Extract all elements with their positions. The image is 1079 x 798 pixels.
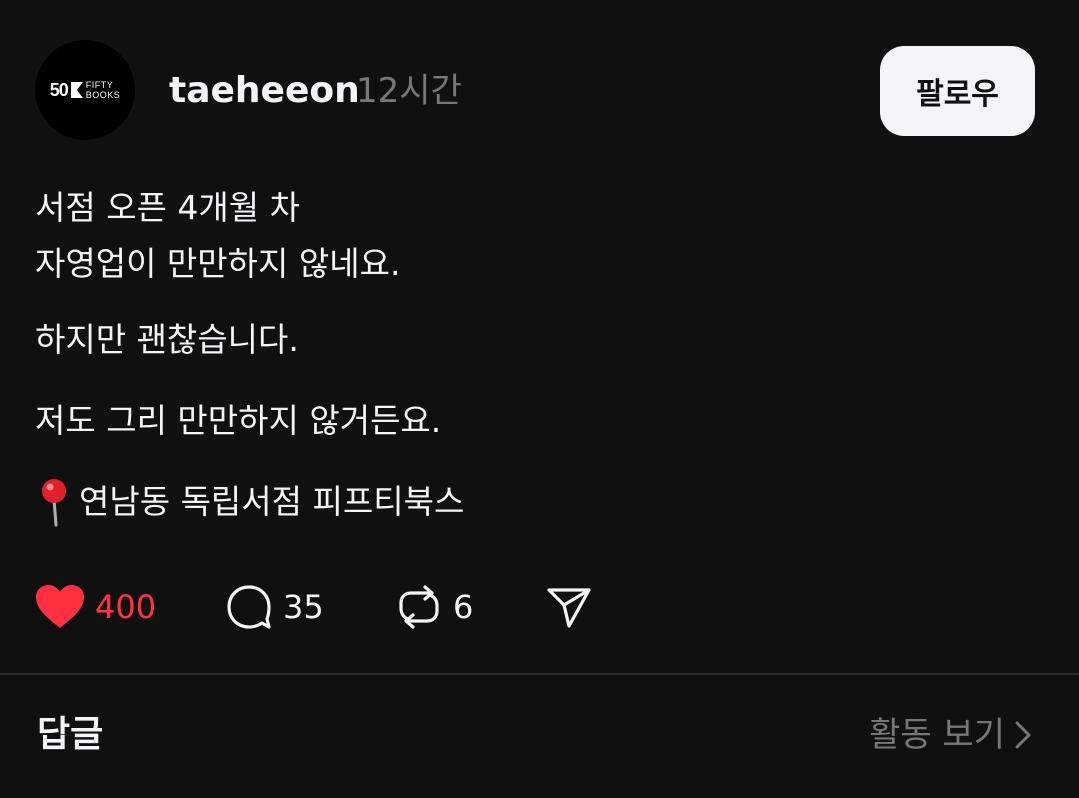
location-text: 연남동 독립서점 피프티북스 [79,482,465,521]
replies-title: 답글 [37,714,104,755]
repost-count: 6 [453,588,474,626]
send-icon [547,588,591,628]
view-activity-label: 활동 보기 [869,715,1005,755]
username[interactable]: taeheeon [169,66,360,116]
post-paragraph: 저도 그리 만만하지 않거든요. [35,401,442,440]
comment-icon [227,585,271,629]
reply-count: 35 [283,588,324,626]
post-actions: 400 35 6 [35,580,593,634]
post-time: 12시간 [356,71,462,111]
location-line: 연남동 독립서점 피프티북스 [35,474,1035,530]
reply-button[interactable]: 35 [225,580,395,634]
thread-post: 50 FIFTY BOOKS taeheeon 12시간 팔로우 서점 오픈 4… [0,0,1079,673]
logo-arrow-icon [70,82,83,98]
follow-button[interactable]: 팔로우 [880,46,1035,136]
post-paragraph: 서점 오픈 4개월 차 자영업이 만만하지 않네요. [35,188,401,283]
view-activity-link[interactable]: 활동 보기 [869,710,1031,760]
repost-icon [399,585,439,629]
like-count: 400 [95,588,157,626]
heart-icon [36,585,84,628]
like-button[interactable]: 400 [35,580,225,634]
post-body: 서점 오픈 4개월 차 자영업이 만만하지 않네요. 하지만 괜찮습니다. 저도… [35,180,1035,555]
round-pushpin-icon [35,477,73,527]
repost-button[interactable]: 6 [395,580,545,634]
replies-header: 답글 활동 보기 [0,675,1079,798]
fifty-books-logo: 50 FIFTY BOOKS [49,79,121,101]
avatar[interactable]: 50 FIFTY BOOKS [35,40,135,140]
post-paragraph: 하지만 괜찮습니다. [35,320,299,359]
share-button[interactable] [545,580,593,634]
chevron-right-icon [1015,720,1031,750]
